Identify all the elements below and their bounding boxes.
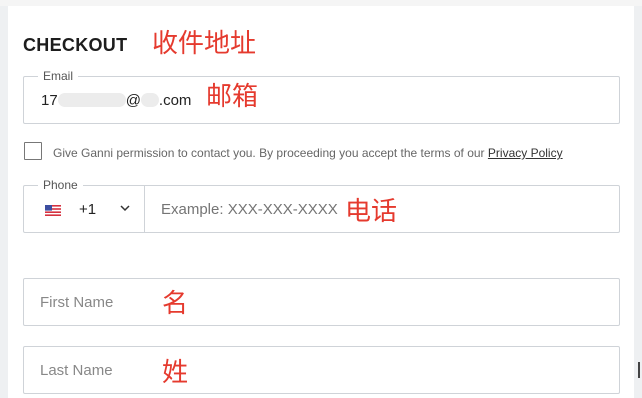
annotation-email: 邮箱 (206, 82, 259, 112)
last-name-field[interactable]: Last Name (23, 346, 620, 394)
email-at: @ (125, 92, 141, 109)
phone-field: Phone +1 (23, 178, 620, 233)
annotation-last-name: 姓 (162, 358, 189, 388)
annotation-address: 收件地址 (152, 29, 257, 59)
us-flag-icon (45, 205, 61, 216)
email-redacted-blur (57, 93, 126, 107)
email-suffix: .com (158, 92, 192, 109)
first-name-placeholder: First Name (40, 294, 114, 311)
last-name-placeholder: Last Name (40, 362, 113, 379)
checkout-title: CHECKOUT (23, 35, 128, 55)
scrollbar-handle[interactable] (638, 362, 640, 378)
consent-label: Give Ganni permission to contact you. By… (53, 146, 485, 160)
email-field[interactable]: Email 17 @ .com (23, 69, 620, 124)
country-code-select[interactable]: +1 (24, 186, 145, 232)
consent-checkbox[interactable] (24, 142, 42, 160)
annotation-first-name: 名 (162, 289, 189, 319)
consent-text: Give Ganni permission to contact you. By… (53, 146, 563, 160)
email-prefix: 17 (41, 92, 58, 109)
email-legend: Email (38, 69, 79, 83)
email-value: 17 @ .com (41, 92, 191, 109)
first-name-field[interactable]: First Name (23, 278, 620, 326)
chevron-down-icon (120, 205, 130, 212)
privacy-policy-link[interactable]: Privacy Policy (488, 146, 563, 160)
phone-input[interactable] (161, 201, 361, 218)
annotation-phone: 电话 (345, 197, 398, 227)
dial-code: +1 (79, 201, 97, 218)
email-domain-blur (140, 93, 159, 107)
